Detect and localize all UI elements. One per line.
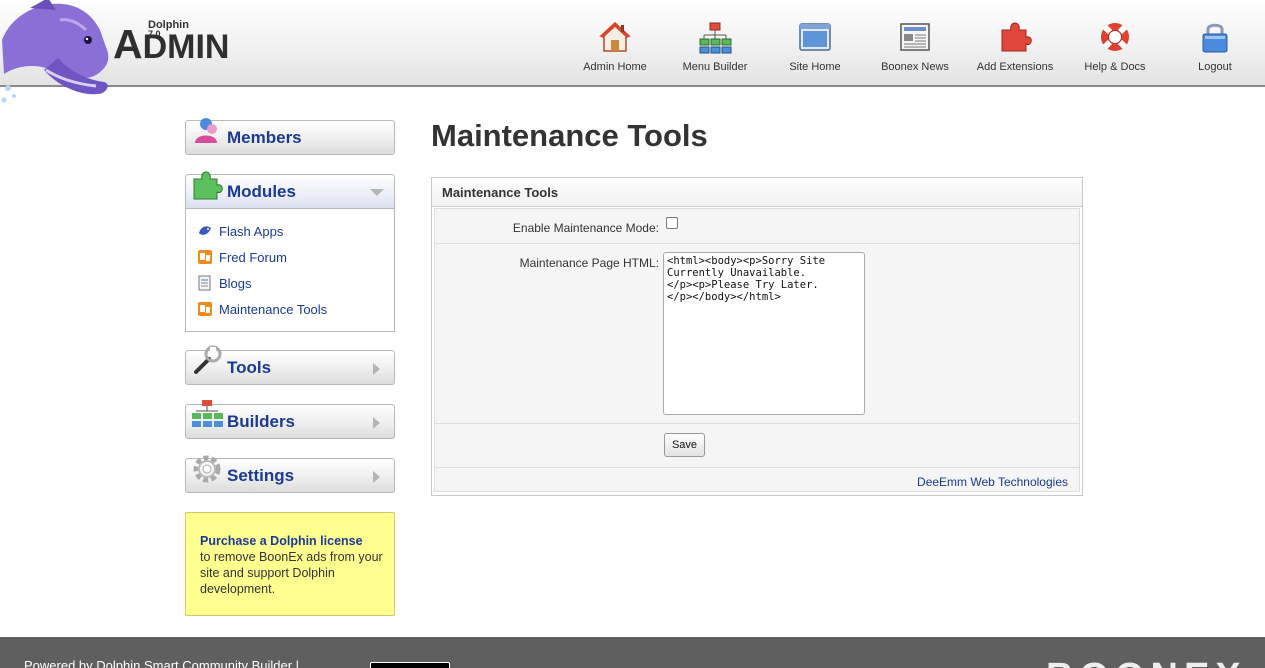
browser-window-icon xyxy=(799,23,831,51)
license-description: to remove BoonEx ads from your site and … xyxy=(200,550,383,596)
newspaper-icon xyxy=(900,23,930,51)
nav-label: Logout xyxy=(1198,61,1232,73)
enable-maintenance-row: Enable Maintenance Mode: xyxy=(435,209,1079,244)
sidebar-item-label: Flash Apps xyxy=(219,224,284,239)
enable-maintenance-label: Enable Maintenance Mode: xyxy=(512,221,659,235)
page-title: Maintenance Tools xyxy=(431,118,708,153)
nav-label: Boonex News xyxy=(881,61,949,73)
maintenance-form: Enable Maintenance Mode: Maintenance Pag… xyxy=(434,208,1080,492)
maintenance-panel: Maintenance Tools Enable Maintenance Mod… xyxy=(431,177,1083,496)
nav-label: Add Extensions xyxy=(976,61,1054,73)
creative-commons-badge[interactable] xyxy=(370,662,450,668)
nav-label: Site Home xyxy=(789,61,841,73)
sitemap-icon xyxy=(192,400,223,427)
sidebar-members-label: Members xyxy=(227,128,302,147)
sidebar-modules[interactable]: Modules xyxy=(185,171,395,209)
sidebar-builders-label: Builders xyxy=(227,412,296,431)
sitemap-icon xyxy=(699,22,732,54)
purchase-license-link[interactable]: Purchase a Dolphin license xyxy=(200,533,384,549)
members-icon xyxy=(195,118,217,143)
maintenance-html-label: Maintenance Page HTML: xyxy=(519,256,659,270)
chevron-right-icon xyxy=(373,363,380,375)
brand-admin-rest: DMIN xyxy=(142,28,230,66)
nav-label: Admin Home xyxy=(583,61,647,73)
chevron-down-icon xyxy=(370,189,384,196)
sidebar-tools[interactable]: Tools xyxy=(185,345,395,385)
maintenance-html-row: Maintenance Page HTML: <html><body><p>So… xyxy=(435,244,1079,424)
gear-icon xyxy=(193,455,221,483)
sidebar-item-label: Blogs xyxy=(219,276,252,291)
wrench-icon xyxy=(194,345,222,374)
deeemm-credit-link[interactable]: DeeEmm Web Technologies xyxy=(917,475,1068,489)
chevron-right-icon xyxy=(373,417,380,429)
save-row: Save xyxy=(435,424,1079,468)
footer: Powered by Dolphin Smart Community Build… xyxy=(0,637,1265,668)
panel-title: Maintenance Tools xyxy=(432,178,1082,207)
save-button[interactable]: Save xyxy=(664,433,705,457)
nav-label: Menu Builder xyxy=(682,61,748,73)
sidebar-settings-label: Settings xyxy=(227,466,295,485)
puzzle-piece-icon xyxy=(193,171,223,200)
padlock-icon xyxy=(1202,23,1228,53)
admin-sidebar: Members Modules Flash Apps Fred Forum Bl… xyxy=(185,118,395,616)
admin-header: Dolphin 7.0 ADMIN Admin Home Menu Builde… xyxy=(0,0,1265,87)
sidebar-item-label: Fred Forum xyxy=(219,250,287,265)
nav-boonex-news[interactable]: Boonex News xyxy=(865,20,965,73)
sidebar-settings[interactable]: Settings xyxy=(185,455,395,493)
top-navigation: Admin Home Menu Builder Site Home Boonex… xyxy=(565,20,1265,73)
nav-admin-home[interactable]: Admin Home xyxy=(565,20,665,73)
house-icon xyxy=(599,21,631,52)
nav-label: Help & Docs xyxy=(1084,61,1146,73)
blog-document-icon xyxy=(198,275,211,291)
sidebar-members[interactable]: Members xyxy=(185,118,395,155)
maintenance-module-icon xyxy=(198,302,212,316)
sidebar-item-label: Maintenance Tools xyxy=(219,302,328,317)
sidebar-item-maintenance-tools[interactable]: Maintenance Tools xyxy=(186,299,394,325)
sidebar-modules-label: Modules xyxy=(227,182,296,201)
sidebar-item-blogs[interactable]: Blogs xyxy=(186,273,394,299)
brand-admin-wordmark: ADMIN xyxy=(113,20,230,71)
nav-help-docs[interactable]: Help & Docs xyxy=(1065,20,1165,73)
nav-menu-builder[interactable]: Menu Builder xyxy=(665,20,765,73)
lifebuoy-icon xyxy=(1101,23,1129,51)
dolphin-logo xyxy=(1,0,109,103)
maintenance-html-textarea[interactable]: <html><body><p>Sorry Site Currently Unav… xyxy=(663,252,865,415)
brand-admin-a: A xyxy=(113,21,143,67)
sidebar-item-fred-forum[interactable]: Fred Forum xyxy=(186,247,394,273)
flash-apps-icon xyxy=(199,226,211,235)
license-notice: Purchase a Dolphin license to remove Boo… xyxy=(185,512,395,616)
chevron-right-icon xyxy=(373,471,380,483)
modules-submenu: Flash Apps Fred Forum Blogs Maintenance … xyxy=(185,209,395,332)
boonex-logo[interactable]: BOONEX xyxy=(1046,656,1247,668)
sidebar-tools-label: Tools xyxy=(227,358,272,377)
nav-add-extensions[interactable]: Add Extensions xyxy=(965,20,1065,73)
nav-site-home[interactable]: Site Home xyxy=(765,20,865,73)
forum-module-icon xyxy=(198,250,212,264)
sidebar-builders[interactable]: Builders xyxy=(185,400,395,439)
powered-by-text: Powered by Dolphin Smart Community Build… xyxy=(24,658,300,668)
puzzle-piece-icon xyxy=(1001,22,1032,52)
enable-maintenance-checkbox[interactable] xyxy=(666,217,678,229)
sidebar-item-flash-apps[interactable]: Flash Apps xyxy=(186,221,394,247)
nav-logout[interactable]: Logout xyxy=(1165,20,1265,73)
